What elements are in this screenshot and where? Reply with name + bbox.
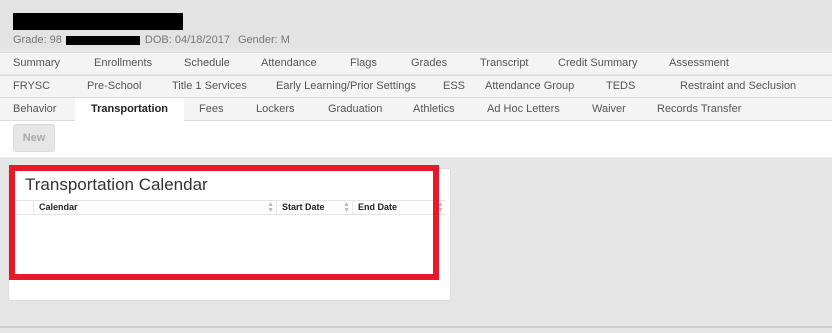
tab-early-learning[interactable]: Early Learning/Prior Settings: [276, 76, 416, 97]
grid-header: Calendar ▲ ▼ Start Date ▲ ▼ End Date ▲ ▼: [16, 200, 446, 215]
tab-transcript[interactable]: Transcript: [480, 53, 529, 74]
sort-icon: ▲ ▼: [267, 201, 274, 214]
column-header-start-date[interactable]: Start Date ▲ ▼: [277, 201, 353, 214]
page-divider: [0, 326, 832, 328]
tab-enrollments[interactable]: Enrollments: [94, 53, 152, 74]
tab-grades[interactable]: Grades: [411, 53, 447, 74]
panel-title: Transportation Calendar: [25, 175, 208, 194]
redacted-student-id: [65, 35, 140, 45]
tab-lockers[interactable]: Lockers: [256, 98, 295, 121]
tab-row-1: Summary Enrollments Schedule Attendance …: [0, 52, 832, 74]
tab-attendance-group[interactable]: Attendance Group: [485, 76, 574, 97]
column-header-end-date[interactable]: End Date ▲ ▼: [353, 201, 446, 214]
tab-waiver[interactable]: Waiver: [592, 98, 626, 121]
tab-summary[interactable]: Summary: [13, 53, 60, 74]
tab-assessment[interactable]: Assessment: [669, 53, 729, 74]
transportation-calendar-panel: Transportation Calendar Calendar ▲ ▼ Star…: [8, 168, 451, 301]
tab-schedule[interactable]: Schedule: [184, 53, 230, 74]
tab-teds[interactable]: TEDS: [606, 76, 635, 97]
tab-behavior[interactable]: Behavior: [13, 98, 56, 121]
dob-label: DOB:: [144, 34, 172, 46]
grid-spacer-column: [16, 201, 34, 214]
tab-credit-summary[interactable]: Credit Summary: [558, 53, 637, 74]
tab-graduation[interactable]: Graduation: [328, 98, 382, 121]
tab-row-3: Behavior Transportation Fees Lockers Gra…: [0, 97, 832, 122]
sort-icon: ▲ ▼: [343, 201, 350, 214]
tab-records-transfer[interactable]: Records Transfer: [657, 98, 741, 121]
tab-title-1-services[interactable]: Title 1 Services: [172, 76, 247, 97]
student-header: Grade: 98 DOB: 04/18/2017 Gender: M: [0, 0, 832, 48]
tab-ess[interactable]: ESS: [443, 76, 465, 97]
tab-row-2: FRYSC Pre-School Title 1 Services Early …: [0, 75, 832, 97]
dob-value: 04/18/2017: [174, 34, 230, 46]
calendar-grid: Calendar ▲ ▼ Start Date ▲ ▼ End Date ▲ ▼: [16, 200, 446, 215]
tab-flags[interactable]: Flags: [350, 53, 377, 74]
tab-fees[interactable]: Fees: [199, 98, 223, 121]
gender-label: Gender:: [237, 34, 278, 46]
redacted-student-name: [13, 13, 183, 30]
tab-pre-school[interactable]: Pre-School: [87, 76, 141, 97]
student-demographics: Grade: 98 DOB: 04/18/2017 Gender: M: [13, 34, 290, 46]
tab-attendance[interactable]: Attendance: [261, 53, 317, 74]
column-header-calendar[interactable]: Calendar ▲ ▼: [34, 201, 277, 214]
tab-ad-hoc-letters[interactable]: Ad Hoc Letters: [487, 98, 560, 121]
tab-athletics[interactable]: Athletics: [413, 98, 455, 121]
gender-value: M: [280, 34, 290, 46]
tab-restraint-and-seclusion[interactable]: Restraint and Seclusion: [680, 76, 796, 97]
sort-icon: ▲ ▼: [437, 201, 444, 214]
toolbar: New: [0, 121, 832, 157]
new-button[interactable]: New: [13, 124, 55, 152]
tab-frysc[interactable]: FRYSC: [13, 76, 50, 97]
tab-transportation[interactable]: Transportation: [75, 98, 185, 122]
grade-label: Grade: 98: [13, 34, 62, 46]
